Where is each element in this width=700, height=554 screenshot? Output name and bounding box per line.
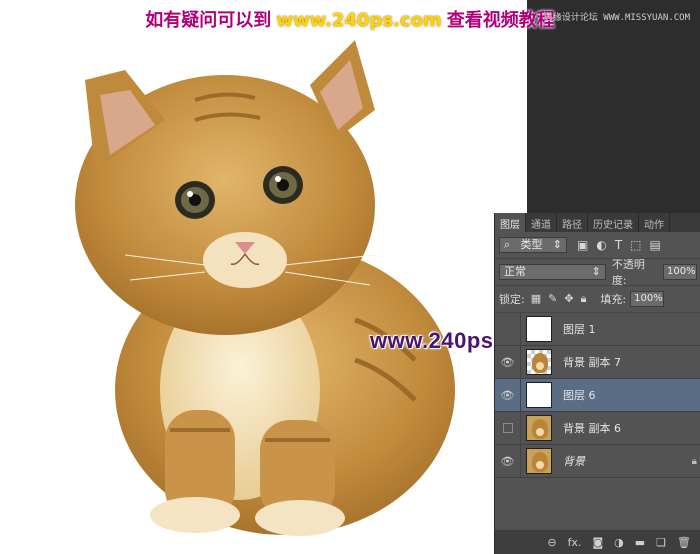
chevron-updown-icon: ⇕ — [591, 265, 601, 278]
kitten-photo — [75, 40, 455, 536]
layer-thumbnail — [526, 349, 552, 375]
layer-row[interactable]: 👁︎ 背景 🔒︎ — [495, 445, 700, 478]
layer-row-selected[interactable]: 👁︎ 图层 6 — [495, 379, 700, 412]
lock-paint-icon[interactable]: ✎ — [548, 292, 557, 306]
kitten-thumbnail-icon — [532, 452, 548, 472]
eye-icon: 👁︎ — [500, 454, 515, 468]
new-layer-icon[interactable]: ❏ — [656, 536, 666, 549]
banner-site-link: www.240ps.com — [276, 10, 442, 31]
lock-all-icon[interactable]: 🔒︎ — [581, 292, 587, 306]
visibility-toggle[interactable] — [495, 313, 521, 345]
filter-kind-label: 类型 — [520, 238, 543, 251]
lock-icon: 🔒︎ — [691, 455, 697, 467]
tab-history[interactable]: 历史记录 — [588, 213, 639, 232]
search-icon: ⌕ — [504, 238, 511, 251]
blend-mode-select[interactable]: 正常 ⇕ — [499, 264, 606, 280]
document-canvas[interactable] — [0, 0, 527, 554]
layer-name: 背景 副本 7 — [563, 356, 621, 369]
mask-icon[interactable]: ◙ — [592, 536, 603, 549]
lock-label: 锁定: — [499, 293, 525, 306]
layer-name: 背景 — [563, 455, 585, 468]
opacity-label: 不透明度: — [611, 258, 645, 287]
kitten-thumbnail-icon — [532, 419, 548, 439]
tab-channels[interactable]: 通道 — [526, 213, 557, 232]
eye-icon: 👁︎ — [500, 388, 515, 402]
shape-filter-icon[interactable]: ⬚ — [630, 238, 641, 252]
blend-mode-value: 正常 — [504, 265, 526, 278]
chevron-updown-icon: ⇕ — [552, 238, 562, 251]
link-icon[interactable]: ⊖ — [547, 536, 556, 549]
tab-paths[interactable]: 路径 — [557, 213, 588, 232]
adjustment-filter-icon[interactable]: ◐ — [596, 238, 606, 252]
visibility-toggle[interactable]: 👁︎ — [495, 346, 521, 378]
banner-text-prefix: 如有疑问可以到 — [145, 10, 272, 31]
lock-move-icon[interactable]: ✥ — [564, 292, 573, 306]
blend-row: 正常 ⇕ 不透明度: 100% — [495, 258, 700, 287]
trash-icon[interactable]: 🗑︎ — [677, 536, 691, 549]
adjustment-icon[interactable]: ◑ — [614, 536, 624, 549]
lock-transparency-icon[interactable]: ▦ — [531, 292, 541, 306]
layer-thumbnail — [526, 415, 552, 441]
layer-row[interactable]: 背景 副本 6 — [495, 412, 700, 445]
lock-row: 锁定: ▦ ✎ ✥ 🔒︎ 填充: 100% — [495, 286, 700, 313]
folder-icon[interactable]: ▬ — [635, 536, 645, 549]
layer-row[interactable]: 👁︎ 背景 副本 7 — [495, 346, 700, 379]
eye-icon: 👁︎ — [500, 355, 515, 369]
filter-icons: ▣ ◐ T ⬚ ▤ — [577, 238, 661, 252]
layers-panel: 图层 通道 路径 历史记录 动作 ⌕ 类型 ⇕ ▣ ◐ T ⬚ ▤ 正常 ⇕ 不… — [494, 213, 700, 554]
filter-kind-select[interactable]: ⌕ 类型 ⇕ — [499, 237, 567, 253]
site-watermark-corner: 思缘设计论坛 WWW.MISSYUAN.COM — [543, 13, 690, 23]
panel-footer: ⊖ fx. ◙ ◑ ▬ ❏ 🗑︎ — [495, 530, 700, 554]
image-filter-icon[interactable]: ▣ — [577, 238, 588, 252]
lock-icons: ▦ ✎ ✥ 🔒︎ — [531, 292, 587, 306]
panel-tabs: 图层 通道 路径 历史记录 动作 — [495, 213, 700, 232]
layer-name: 背景 副本 6 — [563, 422, 621, 435]
smart-object-filter-icon[interactable]: ▤ — [650, 238, 661, 252]
layer-name: 图层 6 — [563, 389, 596, 402]
fx-icon[interactable]: fx. — [568, 536, 582, 549]
kitten-thumbnail-icon — [532, 353, 548, 373]
banner-text-suffix: 查看视频教程 — [446, 10, 555, 31]
layer-thumbnail — [526, 316, 552, 342]
fill-input[interactable]: 100% — [630, 291, 665, 307]
visibility-toggle[interactable]: 👁︎ — [495, 445, 521, 477]
filter-row: ⌕ 类型 ⇕ ▣ ◐ T ⬚ ▤ — [495, 232, 700, 259]
type-filter-icon[interactable]: T — [615, 238, 622, 252]
hidden-box-icon — [502, 423, 513, 433]
layer-thumbnail — [526, 448, 552, 474]
layer-thumbnail — [526, 382, 552, 408]
opacity-input[interactable]: 100% — [663, 264, 697, 280]
tab-layers[interactable]: 图层 — [495, 213, 526, 232]
visibility-toggle[interactable] — [495, 412, 521, 444]
layer-name: 图层 1 — [563, 323, 596, 336]
tab-actions[interactable]: 动作 — [639, 213, 670, 232]
fill-label: 填充: — [600, 293, 627, 306]
layer-row[interactable]: 图层 1 — [495, 313, 700, 346]
visibility-toggle[interactable]: 👁︎ — [495, 379, 521, 411]
